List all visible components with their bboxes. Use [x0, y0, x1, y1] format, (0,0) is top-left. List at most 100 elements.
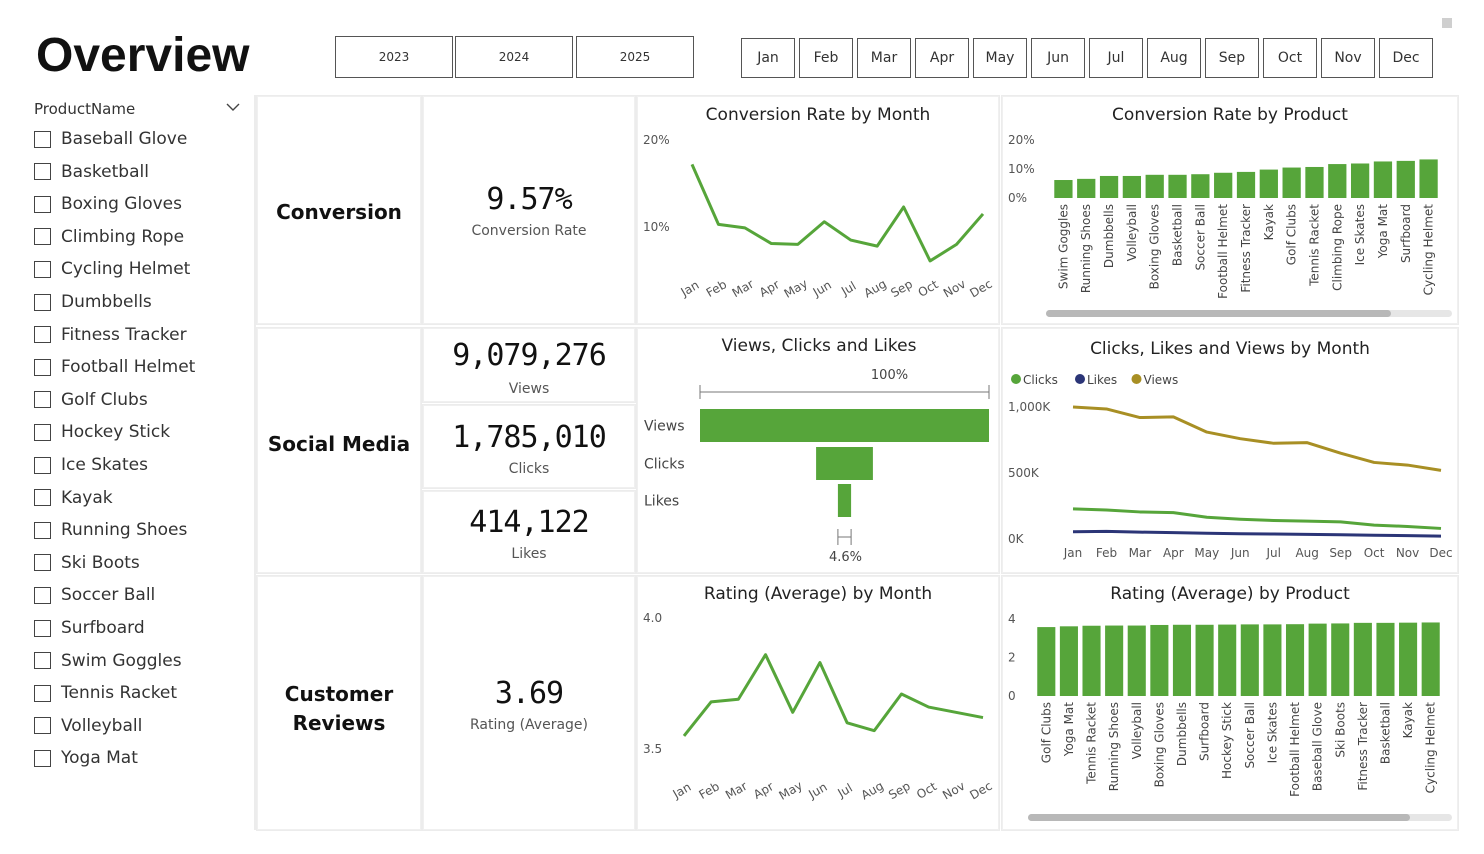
checkbox[interactable]	[34, 423, 51, 441]
month-button-sep[interactable]: Sep	[1205, 38, 1259, 78]
slicer-item-tennis-racket[interactable]: Tennis Racket	[34, 680, 177, 706]
checkbox[interactable]	[34, 521, 51, 539]
rating-by-product-chart: Rating (Average) by Product 4 2 0 Golf Clubs…	[1008, 584, 1452, 821]
checkbox[interactable]	[34, 554, 51, 572]
bar	[1328, 164, 1347, 198]
month-button-jul[interactable]: Jul	[1089, 38, 1143, 78]
month-button-aug[interactable]: Aug	[1147, 38, 1201, 78]
kpi-label: Rating (Average)	[469, 717, 588, 733]
checkbox[interactable]	[34, 652, 51, 670]
month-button-mar[interactable]: Mar	[857, 38, 911, 78]
slicer-item-ice-skates[interactable]: Ice Skates	[34, 452, 148, 478]
conversion-rate-by-month-chart: Conversion Rate by Month20%10%Jan Feb Mar A…	[643, 105, 995, 301]
month-button-nov[interactable]: Nov	[1321, 38, 1375, 78]
checkbox[interactable]	[34, 749, 51, 767]
slicer-item-dumbbells[interactable]: Dumbbells	[34, 289, 152, 315]
checkbox[interactable]	[34, 717, 51, 735]
chart-title: Conversion Rate by Product	[1112, 105, 1348, 125]
x-tick-label: Kayak	[1401, 702, 1415, 738]
y-tick-label: 0K	[1008, 532, 1025, 546]
chart-title: Rating (Average) by Month	[704, 584, 932, 604]
checkbox[interactable]	[34, 195, 51, 213]
slicer-item-label: Basketball	[61, 161, 149, 182]
slicer-item-swim-goggles[interactable]: Swim Goggles	[34, 648, 182, 674]
y-tick-label: 3.5	[643, 742, 662, 756]
month-button-jun[interactable]: Jun	[1031, 38, 1085, 78]
bar	[1099, 175, 1119, 198]
slicer-item-fitness-tracker[interactable]: Fitness Tracker	[34, 322, 187, 348]
checkbox[interactable]	[34, 684, 51, 702]
checkbox[interactable]	[34, 260, 51, 278]
x-tick-label: Nov	[1396, 546, 1419, 560]
month-button-feb[interactable]: Feb	[799, 38, 853, 78]
slicer-item-boxing-gloves[interactable]: Boxing Gloves	[34, 191, 182, 217]
scrollbar-thumb[interactable]	[1046, 310, 1391, 317]
checkbox[interactable]	[34, 391, 51, 409]
x-tick-label: Fitness Tracker	[1239, 204, 1253, 293]
slicer-item-baseball-glove[interactable]: Baseball Glove	[34, 126, 187, 152]
slicer-item-label: Fitness Tracker	[61, 324, 187, 345]
checkbox[interactable]	[34, 489, 51, 507]
month-button-dec[interactable]: Dec	[1379, 38, 1433, 78]
slicer-item-kayak[interactable]: Kayak	[34, 485, 113, 511]
x-tick-label: Tennis Racket	[1307, 204, 1321, 287]
kpi-value: 9,079,276	[452, 338, 607, 373]
checkbox[interactable]	[34, 456, 51, 474]
checkbox[interactable]	[34, 163, 51, 181]
year-button-2023[interactable]: 2023	[335, 36, 453, 78]
x-tick-label: Boxing Gloves	[1152, 702, 1166, 787]
y-tick-label: 1,000K	[1008, 400, 1051, 414]
month-button-oct[interactable]: Oct	[1263, 38, 1317, 78]
slicer-item-label: Kayak	[61, 487, 113, 508]
y-tick-label: 2	[1008, 651, 1016, 665]
x-tick-label: Jan	[678, 278, 702, 300]
legend-label-likes: Likes	[1087, 373, 1117, 387]
x-tick-label: Feb	[1096, 546, 1117, 560]
checkbox[interactable]	[34, 619, 51, 637]
scroll-handle[interactable]	[1442, 18, 1452, 28]
slicer-item-basketball[interactable]: Basketball	[34, 159, 149, 185]
legend-label-views: Views	[1144, 373, 1179, 387]
x-tick-label: Baseball Glove	[1311, 702, 1325, 791]
kpi-label: Conversion Rate	[471, 223, 587, 239]
checkbox[interactable]	[34, 228, 51, 246]
slicer-item-yoga-mat[interactable]: Yoga Mat	[34, 745, 138, 771]
chart-title: Clicks, Likes and Views by Month	[1090, 339, 1370, 359]
month-button-apr[interactable]: Apr	[915, 38, 969, 78]
slicer-item-ski-boots[interactable]: Ski Boots	[34, 550, 140, 576]
x-tick-label: Swim Goggles	[1056, 204, 1070, 289]
checkbox[interactable]	[34, 293, 51, 311]
slicer-header[interactable]: ProductName	[34, 100, 244, 118]
month-button-jan[interactable]: Jan	[741, 38, 795, 78]
slicer-item-golf-clubs[interactable]: Golf Clubs	[34, 387, 148, 413]
year-button-2024[interactable]: 2024	[455, 36, 573, 78]
year-button-2025[interactable]: 2025	[576, 36, 694, 78]
y-tick-label: 4.0	[643, 611, 662, 625]
slicer-item-label: Climbing Rope	[61, 226, 185, 247]
series-line-views	[1072, 405, 1442, 472]
checkbox[interactable]	[34, 358, 51, 376]
slicer-item-hockey-stick[interactable]: Hockey Stick	[34, 419, 170, 445]
chevron-down-icon[interactable]	[226, 100, 240, 114]
kpi-likes: 414,122 Likes	[423, 505, 635, 562]
slicer-item-volleyball[interactable]: Volleyball	[34, 713, 142, 739]
x-tick-label: Ski Boots	[1333, 702, 1347, 758]
bar	[1105, 625, 1124, 696]
slicer-item-cycling-helmet[interactable]: Cycling Helmet	[34, 256, 190, 282]
x-tick-label: Dec	[1429, 546, 1452, 560]
x-tick-label: Mar	[723, 779, 750, 802]
x-tick-label: Sep	[1329, 546, 1352, 560]
slicer-item-soccer-ball[interactable]: Soccer Ball	[34, 582, 155, 608]
slicer-item-running-shoes[interactable]: Running Shoes	[34, 517, 187, 543]
slicer-item-climbing-rope[interactable]: Climbing Rope	[34, 224, 184, 250]
checkbox[interactable]	[34, 130, 51, 148]
scrollbar-thumb[interactable]	[1028, 814, 1410, 821]
x-tick-label: May	[776, 778, 804, 803]
month-button-may[interactable]: May	[973, 38, 1027, 78]
slicer-item-label: Boxing Gloves	[61, 194, 182, 215]
slicer-item-surfboard[interactable]: Surfboard	[34, 615, 145, 641]
slicer-item-label: Ski Boots	[61, 552, 140, 573]
checkbox[interactable]	[34, 586, 51, 604]
slicer-item-football-helmet[interactable]: Football Helmet	[34, 354, 195, 380]
checkbox[interactable]	[34, 326, 51, 344]
